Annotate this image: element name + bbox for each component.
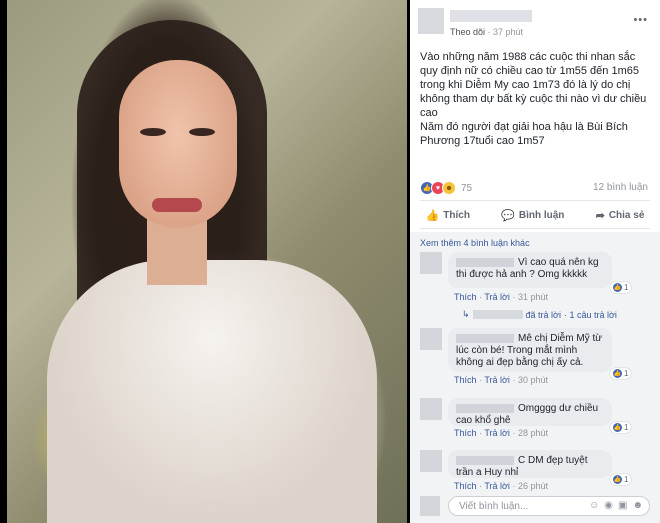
- comment-like-link[interactable]: Thích: [454, 292, 477, 302]
- post-actions: 👍 Thích 💬 Bình luận ➦ Chia sẻ: [410, 205, 660, 225]
- post-time[interactable]: 37 phút: [493, 27, 523, 37]
- like-reaction-icon: 👍: [613, 423, 622, 432]
- thumbs-up-icon: 👍: [425, 209, 440, 222]
- commenter-name-redacted[interactable]: [456, 257, 514, 267]
- post-side-panel: Theo dõi · 37 phút ••• Vào những năm 198…: [410, 0, 660, 523]
- current-user-avatar: [420, 496, 440, 516]
- comment-button[interactable]: 💬 Bình luận: [501, 205, 564, 225]
- commenter-avatar[interactable]: [420, 328, 442, 350]
- comment-count[interactable]: 12 bình luận: [593, 182, 648, 193]
- sticker-icon[interactable]: ☻: [632, 500, 643, 511]
- comment-like-badge[interactable]: 👍 1: [610, 474, 632, 485]
- replies-link[interactable]: ↳ đã trả lời · 1 câu trả lời: [462, 309, 617, 320]
- comment-like-link[interactable]: Thích: [454, 375, 477, 385]
- comment-reply-link[interactable]: Trả lời: [484, 375, 510, 385]
- share-label: Chia sẻ: [608, 209, 645, 221]
- reply-label: đã trả lời: [525, 309, 561, 320]
- commenter-name-redacted[interactable]: [456, 403, 514, 413]
- reply-count: · 1 câu trả lời: [563, 309, 617, 320]
- comment-bubble: Omgggg dư chiều cao khổ ghê: [448, 398, 612, 426]
- comment-meta: Thích · Trả lời · 26 phút: [454, 481, 548, 491]
- comments-area: Xem thêm 4 bình luận khác Vì cao quá nên…: [410, 232, 660, 523]
- author-name-redacted[interactable]: [450, 10, 532, 22]
- comment-bubble: Vì cao quá nên kg thi được hả anh ? Omg …: [448, 252, 612, 288]
- emoji-icon[interactable]: ☺: [589, 500, 599, 511]
- comment-bubble: C DM đẹp tuyệt trần a Huy nhỉ: [448, 450, 612, 478]
- photo-blouse: [47, 260, 377, 523]
- comment-icon: 💬: [501, 209, 515, 222]
- follow-link[interactable]: Theo dõi: [450, 27, 485, 37]
- photo-eye-right: [189, 128, 215, 136]
- comment-time[interactable]: 30 phút: [518, 375, 548, 385]
- commenter-avatar[interactable]: [420, 450, 442, 472]
- comment-meta: Thích · Trả lời · 28 phút: [454, 428, 548, 438]
- meta-separator: ·: [485, 27, 494, 37]
- like-label: Thích: [443, 209, 470, 221]
- comment-like-count: 1: [624, 475, 629, 484]
- comment-like-link[interactable]: Thích: [454, 481, 477, 491]
- post-photo[interactable]: [7, 0, 407, 523]
- author-avatar[interactable]: [418, 8, 444, 34]
- comment-like-badge[interactable]: 👍 1: [610, 282, 632, 293]
- comment-meta: Thích · Trả lời · 31 phút: [454, 292, 548, 302]
- share-icon: ➦: [595, 209, 605, 222]
- comment-like-badge[interactable]: 👍 1: [610, 422, 632, 433]
- post-meta: Theo dõi · 37 phút: [450, 27, 523, 37]
- commenter-name-redacted[interactable]: [456, 333, 514, 343]
- post-text: Vào những năm 1988 các cuộc thi nhan sắc…: [420, 50, 652, 148]
- comment-like-badge[interactable]: 👍 1: [610, 368, 632, 379]
- comment-like-count: 1: [624, 283, 629, 292]
- comment-meta: Thích · Trả lời · 30 phút: [454, 375, 548, 385]
- like-reaction-icon: 👍: [613, 369, 622, 378]
- post-header: Theo dõi · 37 phút •••: [410, 0, 660, 44]
- comment-like-count: 1: [624, 423, 629, 432]
- gif-icon[interactable]: ▣: [618, 500, 627, 511]
- replier-name-redacted: [472, 310, 523, 319]
- photo-lips: [152, 198, 202, 212]
- divider: [420, 228, 650, 229]
- commenter-avatar[interactable]: [420, 398, 442, 420]
- comment-reply-link[interactable]: Trả lời: [484, 481, 510, 491]
- comment-label: Bình luận: [518, 209, 565, 221]
- comment-time[interactable]: 31 phút: [518, 292, 548, 302]
- comment-tools: ☺ ◉ ▣ ☻: [589, 500, 643, 511]
- commenter-avatar[interactable]: [420, 252, 442, 274]
- comment-bubble: Mê chị Diễm Mỹ từ lúc còn bé! Trong mắt …: [448, 328, 612, 372]
- comment-like-count: 1: [624, 369, 629, 378]
- comment-like-link[interactable]: Thích: [454, 428, 477, 438]
- like-button[interactable]: 👍 Thích: [426, 205, 470, 225]
- reply-arrow-icon: ↳: [462, 309, 470, 319]
- haha-reaction-icon: ☻: [442, 181, 456, 195]
- like-reaction-icon: 👍: [613, 475, 622, 484]
- like-reaction-icon: 👍: [613, 283, 622, 292]
- photo-viewer: [0, 0, 410, 523]
- comment-reply-link[interactable]: Trả lời: [484, 428, 510, 438]
- divider: [420, 200, 650, 201]
- comment-reply-link[interactable]: Trả lời: [484, 292, 510, 302]
- comment-time[interactable]: 28 phút: [518, 428, 548, 438]
- comment-input[interactable]: [457, 500, 581, 513]
- share-button[interactable]: ➦ Chia sẻ: [596, 205, 645, 225]
- see-more-comments-link[interactable]: Xem thêm 4 bình luận khác: [420, 238, 530, 248]
- comment-time[interactable]: 26 phút: [518, 481, 548, 491]
- commenter-name-redacted[interactable]: [456, 455, 514, 465]
- reaction-count: 75: [461, 182, 473, 194]
- photo-eye-left: [140, 128, 166, 136]
- camera-icon[interactable]: ◉: [604, 500, 613, 511]
- write-comment-box[interactable]: ☺ ◉ ▣ ☻: [448, 496, 650, 516]
- post-paragraph-2: Năm đó người đạt giải hoa hậu là Bùi Bíc…: [420, 121, 628, 147]
- post-paragraph-1: Vào những năm 1988 các cuộc thi nhan sắc…: [420, 51, 647, 119]
- more-icon[interactable]: •••: [633, 14, 648, 26]
- reactions-summary[interactable]: 👍 ♥ ☻ 75: [420, 180, 472, 196]
